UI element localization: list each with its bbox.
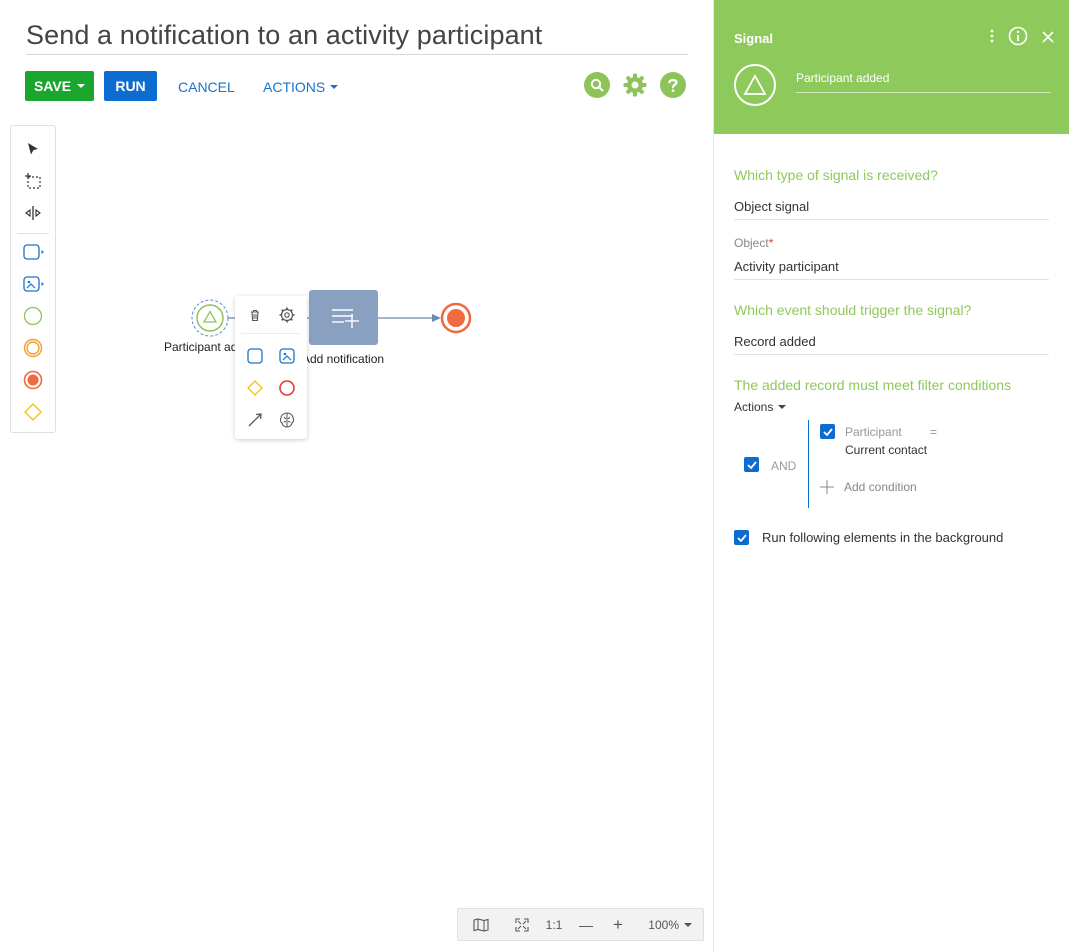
element-name-underline	[796, 92, 1051, 93]
field-underline	[734, 354, 1049, 355]
event-field[interactable]: Record added	[734, 334, 816, 349]
add-notification-task[interactable]	[309, 290, 378, 345]
zoom-level-select[interactable]: 100%	[632, 908, 702, 941]
field-underline	[734, 279, 1049, 280]
diagram-canvas	[191, 290, 472, 345]
start-node-label: Participant ad	[164, 340, 238, 354]
gateway-icon[interactable]	[243, 376, 267, 400]
fit-to-screen-icon[interactable]	[504, 908, 540, 941]
panel-header: Signal Participant added	[714, 0, 1069, 134]
condition-checkbox[interactable]	[820, 424, 835, 439]
app-root: Send a notification to an activity parti…	[0, 0, 1069, 952]
add-condition-label: Add condition	[844, 480, 917, 494]
background-run-checkbox[interactable]	[734, 530, 749, 545]
element-properties-panel: Signal Participant added Which type of s…	[713, 0, 1069, 952]
task-node-label: Add notification	[302, 352, 385, 366]
panel-header-icons	[990, 26, 1054, 51]
group-bracket	[808, 420, 809, 508]
group-operator[interactable]: AND	[771, 459, 796, 473]
filter-actions-label: Actions	[734, 400, 774, 414]
condition-operator[interactable]: =	[930, 425, 937, 439]
process-designer: Send a notification to an activity parti…	[0, 0, 713, 952]
zoom-out-button[interactable]: —	[568, 908, 604, 941]
required-marker: *	[768, 236, 774, 250]
close-icon[interactable]	[1042, 30, 1054, 48]
panel-title: Signal	[734, 31, 774, 46]
context-menu-divider	[241, 333, 301, 334]
script-task-icon[interactable]	[275, 344, 299, 368]
background-run-option[interactable]: Run following elements in the background	[734, 530, 1003, 545]
arrow-head-icon	[432, 314, 441, 322]
ai-icon[interactable]	[275, 408, 299, 432]
element-context-menu	[235, 296, 307, 439]
filter-question: The added record must meet filter condit…	[734, 377, 1012, 393]
condition-value[interactable]: Current contact	[845, 443, 927, 457]
condition-column[interactable]: Participant	[845, 425, 902, 439]
end-event-icon[interactable]	[275, 376, 299, 400]
element-name-field[interactable]: Participant added	[796, 71, 889, 85]
task-icon[interactable]	[243, 344, 267, 368]
filter-actions-button[interactable]: Actions	[734, 400, 787, 414]
group-checkbox[interactable]	[744, 457, 759, 472]
minimap-icon[interactable]	[458, 908, 504, 941]
info-icon[interactable]	[1008, 26, 1028, 51]
object-label-text: Object	[734, 236, 769, 250]
chevron-down-icon	[778, 405, 787, 409]
start-signal-event[interactable]	[196, 304, 224, 332]
object-label: Object*	[734, 236, 773, 250]
more-options-icon[interactable]	[990, 29, 994, 48]
object-field[interactable]: Activity participant	[734, 259, 839, 274]
zoom-reset-button[interactable]: 1:1	[540, 908, 568, 941]
chevron-down-icon	[684, 922, 692, 927]
flow-arrow-icon[interactable]	[243, 408, 267, 432]
signal-type-question: Which type of signal is received?	[734, 167, 938, 183]
signal-event-icon	[734, 64, 776, 106]
zoom-toolbar: 1:1 — + 100%	[457, 908, 704, 941]
signal-type-field[interactable]: Object signal	[734, 199, 809, 214]
event-question: Which event should trigger the signal?	[734, 302, 972, 318]
background-run-label: Run following elements in the background	[762, 530, 1004, 545]
zoom-in-button[interactable]: +	[604, 908, 632, 941]
add-condition-button[interactable]: Add condition	[820, 480, 917, 494]
field-underline	[734, 219, 1049, 220]
plus-icon	[820, 480, 834, 494]
end-event[interactable]	[440, 302, 472, 334]
filter-group: AND Participant = Current contact Add co…	[734, 420, 1054, 510]
settings-icon[interactable]	[275, 303, 299, 327]
zoom-level-value: 100%	[648, 917, 679, 932]
delete-icon[interactable]	[243, 303, 267, 327]
